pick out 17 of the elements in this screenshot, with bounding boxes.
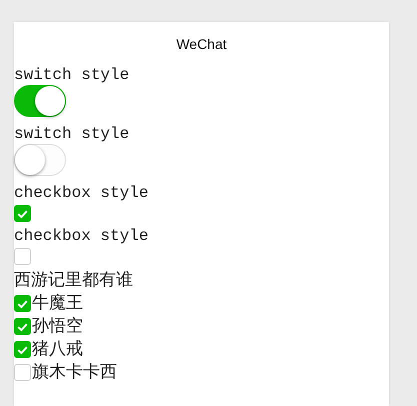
window-title: WeChat [175, 35, 228, 52]
checkbox[interactable] [14, 364, 31, 381]
checkbox-label: 旗木卡卡西 [32, 361, 117, 384]
checkbox-label: 牛魔王 [32, 292, 83, 315]
checkbox-label: 猪八戒 [32, 338, 83, 361]
checkbox[interactable] [14, 318, 31, 335]
control-label: checkbox style [14, 183, 150, 203]
control-label: switch style [14, 65, 130, 85]
checkbox[interactable] [14, 205, 31, 222]
control-label: checkbox style [14, 226, 150, 246]
checkbox[interactable] [14, 341, 31, 358]
checkbox[interactable] [14, 295, 31, 312]
toggle-switch[interactable] [14, 85, 66, 117]
checkbox-label: 孙悟空 [32, 315, 83, 338]
group-label: 西游记里都有谁 [14, 269, 134, 292]
control-label: switch style [14, 124, 130, 144]
checkbox[interactable] [14, 248, 31, 265]
